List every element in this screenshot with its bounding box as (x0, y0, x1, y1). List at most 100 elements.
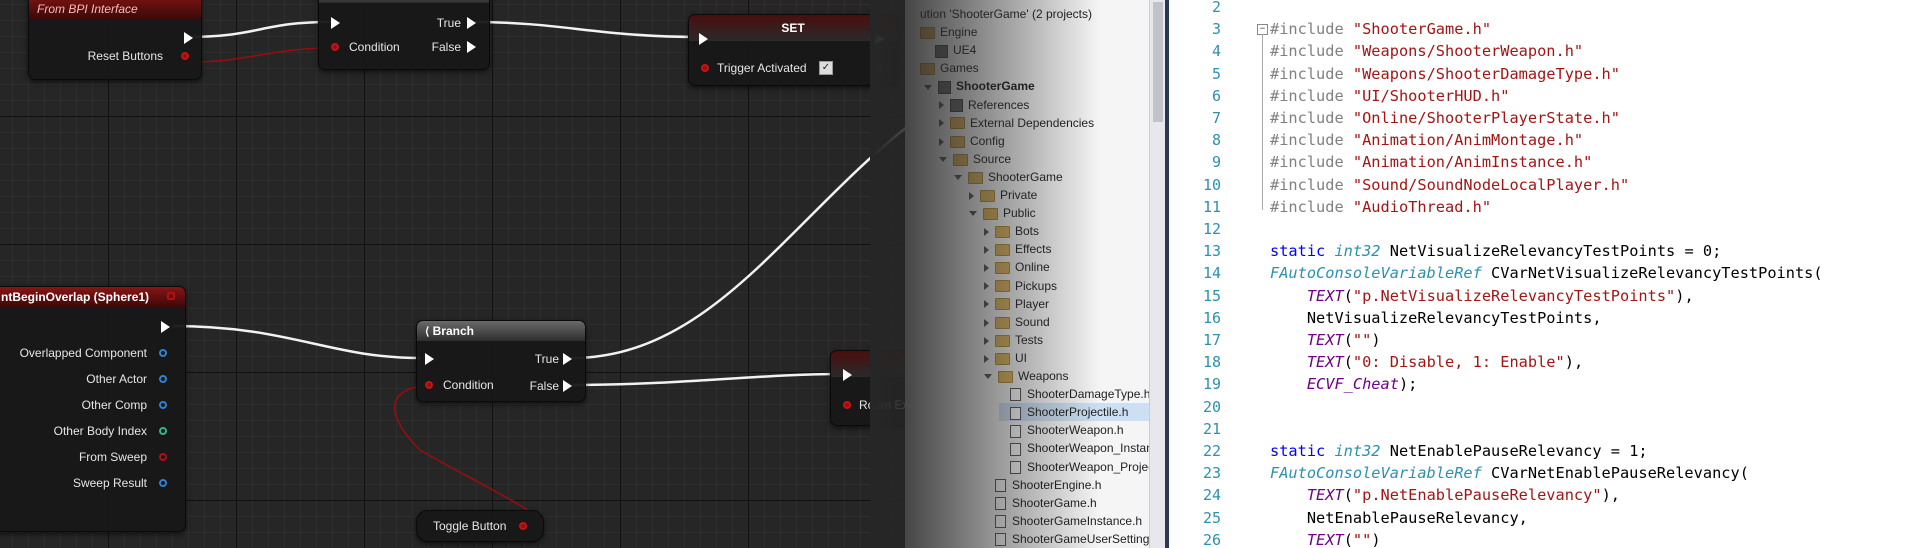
tree-item[interactable]: ShooterWeapon_Projecti (999, 458, 1165, 476)
code-line[interactable]: #include "Weapons/ShooterWeapon.h" (1270, 40, 1583, 62)
tree-item[interactable]: Effects (984, 240, 1165, 258)
tree-item[interactable]: Games (909, 59, 1165, 77)
tree-item[interactable]: Pickups (984, 277, 1165, 295)
expand-arrow-icon[interactable] (984, 246, 989, 255)
false-exec-pin[interactable] (467, 41, 476, 53)
tree-item[interactable]: External Dependencies (939, 114, 1165, 132)
tree-item[interactable]: References (939, 96, 1165, 114)
exec-out-pin[interactable] (875, 33, 884, 45)
expand-arrow-icon[interactable] (984, 228, 989, 237)
tree-item[interactable]: UE4 (924, 41, 1165, 59)
code-line[interactable]: #include "ShooterGame.h" (1270, 18, 1491, 40)
tree-item[interactable]: Bots (984, 222, 1165, 240)
false-exec-pin[interactable] (563, 380, 572, 392)
code-line[interactable]: #include "Animation/AnimInstance.h" (1270, 151, 1592, 173)
code-line[interactable]: static int32 NetVisualizeRelevancyTestPo… (1270, 240, 1721, 262)
true-exec-pin[interactable] (467, 17, 476, 29)
tree-item[interactable]: ShooterGame.h (984, 494, 1165, 512)
toggle-button-pin[interactable] (519, 522, 527, 530)
condition-pin[interactable] (331, 43, 339, 51)
exec-in-pin[interactable] (843, 369, 852, 381)
tree-item[interactable]: Public (969, 204, 1165, 222)
tree-item[interactable]: ShooterGameInstance.h (984, 512, 1165, 530)
overlap-event-node[interactable]: ntBeginOverlap (Sphere1) Overlapped Comp… (0, 286, 186, 532)
sweep-result-pin[interactable] (159, 479, 167, 487)
collapse-arrow-icon[interactable] (924, 84, 932, 90)
expand-arrow-icon[interactable] (984, 264, 989, 273)
collapse-arrow-icon[interactable] (939, 157, 947, 163)
code-line[interactable]: TEXT("0: Disable, 1: Enable"), (1270, 351, 1583, 373)
expand-arrow-icon[interactable] (939, 119, 944, 128)
tree-item[interactable]: Sound (984, 313, 1165, 331)
exec-in-pin[interactable] (699, 33, 708, 45)
tree-item[interactable]: ShooterGame (924, 77, 1165, 95)
exec-out-pin[interactable] (184, 32, 193, 44)
tree-item[interactable]: Config (939, 132, 1165, 150)
code-line[interactable]: TEXT("p.NetVisualizeRelevancyTestPoints"… (1270, 285, 1694, 307)
exec-out-pin[interactable] (161, 321, 170, 333)
tree-item[interactable]: Source (939, 150, 1165, 168)
code-line[interactable]: TEXT("") (1270, 529, 1381, 548)
tree-item[interactable]: ShooterEngine.h (984, 476, 1165, 494)
tree-item[interactable]: ShooterWeapon_Instant. (999, 439, 1165, 457)
true-exec-pin[interactable] (563, 353, 572, 365)
expand-arrow-icon[interactable] (969, 191, 974, 200)
delegate-pin[interactable] (167, 292, 175, 300)
tree-item[interactable]: ShooterProjectile.h (999, 403, 1165, 422)
overlapped-component-pin[interactable] (159, 349, 167, 357)
code-line[interactable]: TEXT("p.NetEnablePauseRelevancy"), (1270, 484, 1620, 506)
branch-node-bottom[interactable]: ⟨ Branch True Condition False (416, 320, 586, 402)
expand-arrow-icon[interactable] (939, 101, 944, 110)
other-comp-pin[interactable] (159, 401, 167, 409)
collapse-arrow-icon[interactable] (969, 211, 977, 217)
tree-item[interactable]: Private (969, 186, 1165, 204)
code-editor[interactable]: 2 3 4 5 6 7 8 9 10 11 12 13 14 15 16 17 18 19 20 21 22 23 24 25… (1169, 0, 1920, 548)
code-line[interactable]: #include "AudioThread.h" (1270, 196, 1491, 218)
expand-arrow-icon[interactable] (984, 354, 989, 363)
other-body-index-pin[interactable] (159, 427, 167, 435)
blueprint-graph[interactable]: From BPI Interface Reset Buttons True Co… (0, 0, 940, 548)
trigger-activated-checkbox[interactable]: ✓ (819, 61, 833, 75)
tree-item[interactable]: ution 'ShooterGame' (2 projects) (909, 5, 1165, 23)
tree-item[interactable]: Online (984, 258, 1165, 276)
code-line[interactable]: FAutoConsoleVariableRef CVarNetVisualize… (1270, 262, 1823, 284)
expand-arrow-icon[interactable] (939, 137, 944, 146)
branch-node-top[interactable]: True Condition False (318, 0, 490, 70)
expand-arrow-icon[interactable] (984, 300, 989, 309)
other-actor-pin[interactable] (159, 375, 167, 383)
room-exited-in-pin[interactable] (843, 401, 851, 409)
code-line[interactable]: NetEnablePauseRelevancy, (1270, 507, 1528, 529)
tree-item[interactable]: Engine (909, 23, 1165, 41)
code-line[interactable]: ECVF_Cheat); (1270, 373, 1418, 395)
tree-item[interactable]: UI (984, 349, 1165, 367)
trigger-activated-out-pin[interactable] (875, 63, 883, 71)
solution-explorer[interactable]: ution 'ShooterGame' (2 projects) Engine UE… (905, 0, 1165, 548)
tree-item[interactable]: ShooterWeapon.h (999, 421, 1165, 439)
collapse-arrow-icon[interactable] (984, 374, 992, 380)
reset-buttons-pin[interactable] (181, 52, 189, 60)
expand-arrow-icon[interactable] (984, 318, 989, 327)
code-line[interactable]: static int32 NetEnablePauseRelevancy = 1… (1270, 440, 1648, 462)
bpi-event-node[interactable]: From BPI Interface Reset Buttons (28, 0, 202, 80)
from-sweep-pin[interactable] (159, 453, 167, 461)
collapse-arrow-icon[interactable] (954, 175, 962, 181)
tree-item[interactable]: Player (984, 295, 1165, 313)
code-line[interactable]: #include "Weapons/ShooterDamageType.h" (1270, 63, 1620, 85)
code-line[interactable]: #include "Online/ShooterPlayerState.h" (1270, 107, 1620, 129)
code-line[interactable]: #include "Animation/AnimMontage.h" (1270, 129, 1583, 151)
set-node-top[interactable]: SET Trigger Activated ✓ (688, 14, 898, 86)
trigger-activated-in-pin[interactable] (701, 64, 709, 72)
tree-item[interactable]: ShooterGame (954, 168, 1165, 186)
code-line[interactable]: TEXT("") (1270, 329, 1381, 351)
tree-item[interactable]: ShooterDamageType.h (999, 385, 1165, 403)
explorer-scrollbar[interactable] (1149, 0, 1166, 548)
expand-arrow-icon[interactable] (984, 336, 989, 345)
code-line[interactable]: NetVisualizeRelevancyTestPoints, (1270, 307, 1602, 329)
toggle-button-node[interactable]: Toggle Button (416, 510, 544, 542)
tree-item[interactable]: ShooterGameUserSettings.h (984, 530, 1165, 548)
condition-pin[interactable] (425, 381, 433, 389)
tree-item[interactable]: Weapons (984, 367, 1165, 385)
expand-arrow-icon[interactable] (984, 282, 989, 291)
tree-item[interactable]: Tests (984, 331, 1165, 349)
code-line[interactable]: FAutoConsoleVariableRef CVarNetEnablePau… (1270, 462, 1749, 484)
